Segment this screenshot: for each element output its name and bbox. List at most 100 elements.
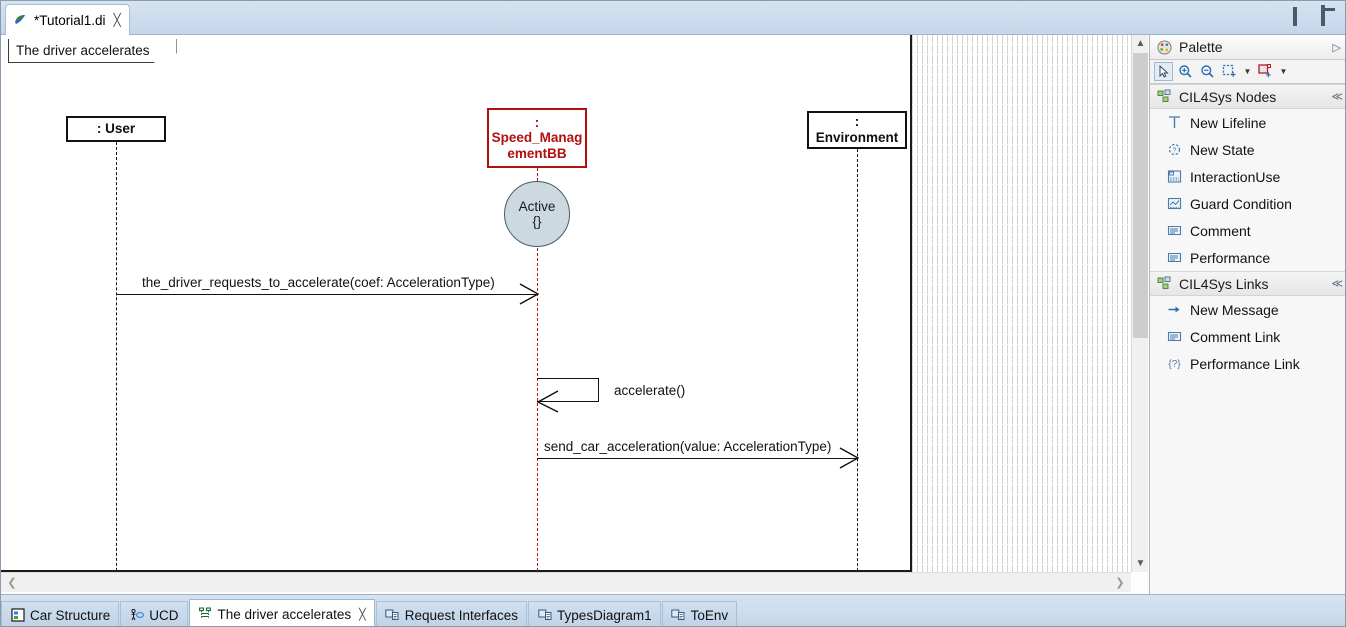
guard-condition-icon [1166, 195, 1183, 212]
sequence-diagram-icon [198, 607, 213, 622]
lifeline-speed-label-2: ementBB [507, 145, 567, 161]
bottom-tab-label: TypesDiagram1 [557, 607, 652, 623]
palette-item-new-message[interactable]: New Message [1150, 296, 1345, 323]
palette-item-label: Performance [1190, 249, 1271, 266]
palette-section-cil4sys-links[interactable]: CIL4Sys Links ≪ [1150, 271, 1345, 296]
lifeline-head-environment[interactable]: : Environment [807, 111, 907, 149]
canvas-horizontal-scrollbar[interactable]: ❮ ❯ [1, 572, 1131, 592]
state-active-label: Active [518, 198, 556, 214]
lifeline-head-speed-management-bb[interactable]: : Speed_Manag ementBB [487, 108, 587, 168]
palette-item-comment-link[interactable]: Comment Link [1150, 323, 1345, 350]
bottom-tab-label: ToEnv [690, 607, 729, 623]
chevron-down-icon[interactable]: ▼ [1132, 555, 1149, 572]
chevron-up-icon[interactable]: ▲ [1132, 35, 1149, 52]
message-arrowhead-accelerate [536, 390, 559, 413]
chevron-left-icon[interactable]: ❮ [3, 573, 21, 592]
maximize-icon[interactable] [1321, 5, 1339, 26]
vertical-scrollbar-thumb[interactable] [1133, 53, 1148, 338]
palette-item-label: Performance Link [1190, 355, 1300, 372]
lifeline-speed-label-1: Speed_Manag [491, 130, 583, 146]
lifeline-env-label: Environment [815, 130, 899, 145]
car-structure-icon [10, 608, 25, 623]
diagram-canvas[interactable]: The driver accelerates : User : Speed_Ma… [1, 35, 1131, 572]
bottom-tab-car-structure[interactable]: Car Structure [1, 601, 120, 626]
lifeline-line-user[interactable] [116, 142, 117, 572]
diagram-frame: The driver accelerates : User : Speed_Ma… [1, 35, 912, 572]
zoom-in-icon[interactable] [1176, 62, 1195, 81]
message-label-send-car-acceleration[interactable]: send_car_acceleration(value: Acceleratio… [544, 439, 831, 454]
message-line-send-car-acceleration[interactable] [537, 458, 857, 459]
collapse-icon[interactable]: ≪ [1331, 90, 1342, 103]
close-icon[interactable]: ╳ [114, 14, 121, 26]
palette-item-label: Comment [1190, 222, 1251, 239]
node-dropdown-caret-icon[interactable]: ▼ [1278, 62, 1289, 81]
diagram-tab-bar: Car Structure UCD The driver accelerates… [1, 594, 1345, 626]
palette-item-comment[interactable]: Comment [1150, 217, 1345, 244]
svg-text:{?}: {?} [1168, 359, 1181, 370]
lifeline-user-label: : User [96, 121, 136, 137]
palette-item-performance[interactable]: Performance [1150, 244, 1345, 271]
message-arrowhead-send-car-acceleration [839, 447, 859, 469]
class-diagram-icon [671, 608, 686, 623]
palette-section-links-title: CIL4Sys Links [1179, 275, 1269, 292]
message-line-request-accelerate[interactable] [116, 294, 537, 295]
svg-text:?: ? [1173, 148, 1177, 155]
bottom-tab-request-interfaces[interactable]: Request Interfaces [375, 601, 528, 626]
close-icon[interactable]: ╳ [359, 608, 366, 621]
lifeline-line-environment[interactable] [857, 149, 858, 572]
comment-icon [1166, 222, 1183, 239]
editor-tab-tutorial1[interactable]: *Tutorial1.di ╳ [5, 4, 130, 35]
diagram-frame-label: The driver accelerates [8, 39, 177, 63]
lifeline-icon [1166, 114, 1183, 131]
window-controls [1293, 5, 1339, 26]
palette-item-label: Guard Condition [1190, 195, 1292, 212]
palette-item-label: New Message [1190, 301, 1279, 318]
palette-section-cil4sys-nodes[interactable]: CIL4Sys Nodes ≪ [1150, 84, 1345, 109]
arrow-cursor-icon[interactable] [1154, 62, 1173, 81]
marquee-select-icon[interactable] [1220, 62, 1239, 81]
chevron-right-icon[interactable]: ❯ [1111, 573, 1129, 592]
palette-section-nodes-title: CIL4Sys Nodes [1179, 88, 1277, 105]
lifeline-speed-colon: : [534, 114, 540, 130]
canvas-grid-background [912, 35, 1131, 572]
editor-tab-label: *Tutorial1.di [34, 12, 106, 28]
message-label-request-accelerate[interactable]: the_driver_requests_to_accelerate(coef: … [142, 275, 495, 290]
message-label-accelerate[interactable]: accelerate() [614, 383, 685, 398]
node-create-icon[interactable] [1256, 62, 1275, 81]
bottom-tab-label: UCD [149, 607, 179, 623]
palette-item-guard-condition[interactable]: Guard Condition [1150, 190, 1345, 217]
zoom-out-icon[interactable] [1198, 62, 1217, 81]
triangle-right-icon[interactable]: ▷ [1333, 41, 1341, 54]
bottom-tab-the-driver-accelerates[interactable]: The driver accelerates ╳ [188, 599, 375, 626]
links-group-icon [1156, 275, 1173, 292]
bottom-tab-label: Car Structure [30, 607, 111, 623]
palette-item-label: New State [1190, 141, 1255, 158]
message-arrowhead-request-accelerate [519, 283, 539, 305]
palette-item-interaction-use[interactable]: InteractionUse [1150, 163, 1345, 190]
palette-header: Palette ▷ [1150, 35, 1345, 60]
message-arrow-icon [1166, 301, 1183, 318]
palette-item-new-state[interactable]: ? New State [1150, 136, 1345, 163]
palette-item-new-lifeline[interactable]: New Lifeline [1150, 109, 1345, 136]
class-diagram-icon [537, 608, 552, 623]
palette-item-label: InteractionUse [1190, 168, 1281, 185]
papyrus-di-icon [13, 13, 28, 28]
state-active-body: {} [532, 214, 542, 229]
bottom-tab-label: The driver accelerates [217, 606, 352, 622]
state-icon: ? [1166, 141, 1183, 158]
minimize-icon[interactable] [1293, 7, 1311, 26]
palette-item-label: New Lifeline [1190, 114, 1267, 131]
nodes-group-icon [1156, 88, 1173, 105]
palette-icon [1156, 39, 1173, 56]
lifeline-env-colon: : [854, 114, 860, 130]
canvas-vertical-scrollbar[interactable]: ▲ ▼ [1131, 35, 1148, 572]
collapse-icon[interactable]: ≪ [1331, 277, 1342, 290]
lifeline-head-user[interactable]: : User [66, 116, 166, 142]
bottom-tab-typesdiagram1[interactable]: TypesDiagram1 [528, 601, 661, 626]
palette-item-performance-link[interactable]: {?} Performance Link [1150, 350, 1345, 377]
palette-title: Palette [1179, 39, 1223, 55]
bottom-tab-ucd[interactable]: UCD [120, 601, 188, 626]
bottom-tab-toenv[interactable]: ToEnv [661, 601, 738, 626]
marquee-dropdown-caret-icon[interactable]: ▼ [1242, 62, 1253, 81]
state-active[interactable]: Active {} [504, 181, 570, 247]
